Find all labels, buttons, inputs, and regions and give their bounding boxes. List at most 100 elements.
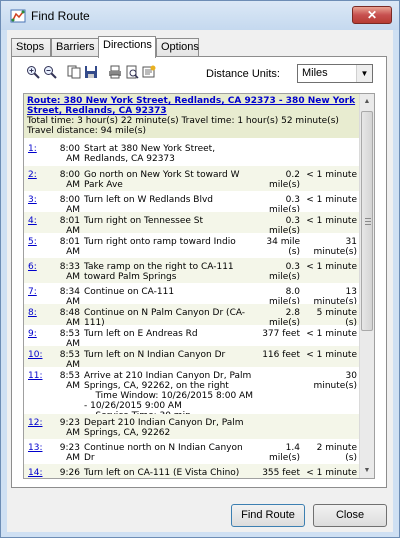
- direction-text: Start at 380 New York Street, Redlands, …: [84, 144, 218, 164]
- direction-time: 8:00 AM: [59, 144, 80, 164]
- tab-stops[interactable]: Stops: [11, 38, 51, 57]
- direction-number-link[interactable]: 2:: [28, 170, 37, 180]
- direction-time: 9:23 AM: [59, 443, 80, 463]
- grip-line: [365, 221, 371, 222]
- direction-distance: 0.3 mile(s): [268, 262, 300, 282]
- direction-time: 9:26 AM: [59, 468, 80, 478]
- find-route-window: Find Route ✕ Stops Barriers Directions O…: [0, 0, 400, 538]
- direction-text: Turn left on CA-111 (E Vista Chino): [84, 468, 240, 478]
- direction-row: 8: 8:48 AM Continue on N Palm Canyon Dr (C…: [24, 304, 360, 328]
- direction-duration: < 1 minute: [306, 262, 357, 272]
- options-icon[interactable]: [142, 65, 156, 79]
- direction-number-link[interactable]: 11:: [28, 371, 42, 381]
- tab-directions[interactable]: Directions: [98, 36, 156, 58]
- direction-row: 13: 9:23 AM Continue north on N Indian Can…: [24, 439, 360, 464]
- tab-options[interactable]: Options: [156, 38, 199, 57]
- direction-number-link[interactable]: 3:: [28, 195, 37, 205]
- zoom-to-icon[interactable]: [43, 65, 57, 79]
- direction-text: Go north on New York St toward W Park Av…: [84, 170, 243, 190]
- direction-text: Turn left on N Indian Canyon Dr: [84, 350, 226, 360]
- print-icon[interactable]: [108, 65, 122, 79]
- scroll-down-arrow-icon[interactable]: ▼: [360, 463, 374, 478]
- direction-row: 5: 8:01 AM Turn right onto ramp toward Ind…: [24, 233, 360, 258]
- tab-barriers[interactable]: Barriers: [51, 38, 99, 57]
- grip-line: [365, 224, 371, 225]
- direction-distance: 355 feet: [262, 468, 300, 478]
- direction-number-link[interactable]: 1:: [28, 144, 37, 154]
- window-title: Find Route: [31, 9, 90, 23]
- direction-number-link[interactable]: 5:: [28, 237, 37, 247]
- direction-row: 3: 8:00 AM Turn left on W Redlands Blvd 0.3…: [24, 191, 360, 215]
- direction-number-link[interactable]: 12:: [28, 418, 42, 428]
- direction-distance: 116 feet: [262, 350, 300, 360]
- direction-number-link[interactable]: 6:: [28, 262, 37, 272]
- save-icon[interactable]: [84, 65, 98, 79]
- direction-duration: < 1 minute: [306, 195, 357, 205]
- direction-number-link[interactable]: 9:: [28, 329, 37, 339]
- direction-text: Continue north on N Indian Canyon Dr: [84, 443, 246, 463]
- distance-units-select[interactable]: Miles ▼: [297, 64, 373, 83]
- route-link[interactable]: Route: 380 New York Street, Redlands, CA…: [27, 96, 355, 116]
- direction-duration: 2 minute (s): [316, 443, 357, 463]
- direction-row: 1: 8:00 AM Start at 380 New York Street, R…: [24, 140, 360, 166]
- direction-row: 11: 8:53 AM Arrive at 210 Indian Canyon Dr…: [24, 367, 360, 421]
- direction-row: 6: 8:33 AM Take ramp on the right to CA-11…: [24, 258, 360, 283]
- directions-list: 1: 8:00 AM Start at 380 New York Street, R…: [24, 140, 360, 478]
- direction-duration: < 1 minute: [306, 468, 357, 478]
- grip-line: [365, 218, 371, 219]
- direction-text: Continue on CA-111: [84, 287, 175, 297]
- scrollbar-thumb[interactable]: [361, 111, 373, 331]
- direction-text: Turn left on W Redlands Blvd: [84, 195, 214, 205]
- route-app-icon: [10, 9, 26, 23]
- direction-distance: 0.2 mile(s): [268, 170, 300, 190]
- direction-time: 8:33 AM: [59, 262, 80, 282]
- zoom-in-icon[interactable]: [26, 65, 40, 79]
- direction-number-link[interactable]: 7:: [28, 287, 37, 297]
- direction-duration: 30 minute(s): [313, 371, 357, 391]
- chevron-down-icon[interactable]: ▼: [356, 65, 372, 82]
- direction-number-link[interactable]: 8:: [28, 308, 37, 318]
- title-bar[interactable]: Find Route ✕: [1, 1, 399, 30]
- direction-duration: < 1 minute: [306, 170, 357, 180]
- direction-row: 12: 9:23 AM Depart 210 Indian Canyon Dr, P…: [24, 414, 360, 439]
- directions-viewer[interactable]: Route: 380 New York Street, Redlands, CA…: [23, 93, 375, 479]
- distance-units-label: Distance Units:: [206, 68, 280, 80]
- direction-row: 14: 9:26 AM Turn left on CA-111 (E Vista C…: [24, 464, 360, 478]
- vertical-scrollbar[interactable]: ▲ ▼: [359, 94, 374, 478]
- direction-text: Take ramp on the right to CA-111 toward …: [84, 262, 237, 282]
- direction-distance: 34 mile (s): [266, 237, 300, 257]
- close-icon: ✕: [366, 8, 378, 22]
- direction-time: 9:23 AM: [59, 418, 80, 438]
- direction-duration: 31 minute(s): [313, 237, 357, 257]
- direction-distance: 1.4 mile(s): [268, 443, 300, 463]
- direction-time: 8:53 AM: [59, 371, 80, 391]
- direction-row: 4: 8:01 AM Turn right on Tennessee St 0.3 m…: [24, 212, 360, 236]
- close-button[interactable]: Close: [313, 504, 387, 527]
- direction-row: 9: 8:53 AM Turn left on E Andreas Rd 377 fe…: [24, 325, 360, 349]
- direction-duration: < 1 minute: [306, 216, 357, 226]
- route-total-time: Total time: 3 hour(s) 22 minute(s) Trave…: [27, 116, 339, 126]
- direction-number-link[interactable]: 14:: [28, 468, 42, 478]
- dialog-client-area: Stops Barriers Directions Options Distan…: [7, 30, 393, 532]
- direction-distance: 377 feet: [262, 329, 300, 339]
- direction-text: Turn right onto ramp toward Indio: [84, 237, 236, 247]
- direction-number-link[interactable]: 4:: [28, 216, 37, 226]
- direction-row: 7: 8:34 AM Continue on CA-111 8.0 mile(s) 13…: [24, 283, 360, 307]
- find-route-button[interactable]: Find Route: [231, 504, 305, 527]
- direction-row: 2: 8:00 AM Go north on New York St toward …: [24, 166, 360, 191]
- direction-duration: < 1 minute: [306, 329, 357, 339]
- direction-number-link[interactable]: 13:: [28, 443, 42, 453]
- direction-text: Depart 210 Indian Canyon Dr, Palm Spring…: [84, 418, 247, 438]
- direction-text: Turn left on E Andreas Rd: [84, 329, 198, 339]
- window-close-button[interactable]: ✕: [352, 6, 392, 24]
- direction-duration: < 1 minute: [306, 350, 357, 360]
- direction-text: Turn right on Tennessee St: [84, 216, 204, 226]
- direction-number-link[interactable]: 10:: [28, 350, 42, 360]
- direction-time: 8:01 AM: [59, 237, 80, 257]
- scroll-up-arrow-icon[interactable]: ▲: [360, 94, 374, 109]
- distance-units-value: Miles: [302, 67, 328, 79]
- copy-icon[interactable]: [67, 65, 81, 79]
- route-summary: Route: 380 New York Street, Redlands, CA…: [24, 94, 360, 138]
- print-preview-icon[interactable]: [125, 65, 139, 79]
- directions-panel: Distance Units: Miles ▼ Route: 380 New Y…: [11, 56, 387, 488]
